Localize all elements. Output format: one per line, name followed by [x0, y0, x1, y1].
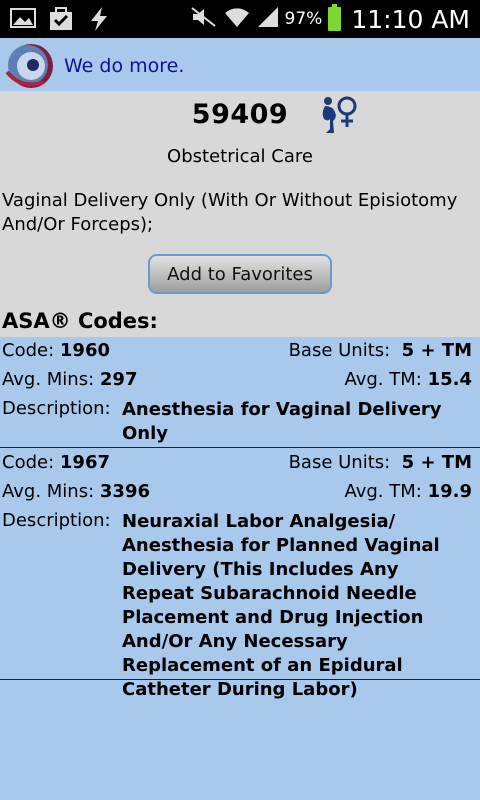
asa-code-value: 1967	[59, 452, 110, 473]
logo-icon	[5, 44, 53, 88]
battery-percent: 97%	[284, 9, 323, 29]
description-label: Description:	[2, 398, 111, 419]
asa-code-value: 1960	[59, 340, 110, 361]
asa-description: Neuraxial Labor Analgesia/ Anesthesia fo…	[122, 511, 440, 700]
add-to-favorites-button[interactable]: Add to Favorites	[148, 254, 332, 294]
description-label: Description:	[2, 510, 111, 531]
code-label: Code:	[2, 340, 55, 361]
flash-icon	[86, 6, 112, 36]
procedure-description: Vaginal Delivery Only (With Or Without E…	[2, 190, 458, 235]
gallery-icon	[10, 6, 36, 36]
avg-mins-value: 3396	[99, 481, 151, 502]
asa-code-entry: Code: 1960 Base Units: 5 + TM Avg. Mins:…	[0, 340, 480, 448]
procedure-code: 59409	[191, 99, 289, 130]
clock: 11:10 AM	[351, 4, 470, 34]
notification-icons	[10, 6, 112, 36]
code-label: Code:	[2, 452, 55, 473]
avg-tm-value: 19.9	[427, 481, 472, 502]
base-units-label: Base Units:	[288, 340, 391, 361]
status-bar: 97% 11:10 AM	[0, 0, 480, 38]
avg-tm-label: Avg. TM:	[344, 481, 422, 502]
divider	[0, 447, 480, 448]
avg-tm-label: Avg. TM:	[344, 369, 422, 390]
system-icons: 97% 11:10 AM	[190, 0, 470, 38]
asa-code-entry: Code: 1967 Base Units: 5 + TM Avg. Mins:…	[0, 452, 480, 700]
tagline: We do more.	[64, 55, 185, 77]
avg-mins-value: 297	[99, 369, 138, 390]
battery-icon	[328, 4, 342, 31]
asa-codes-heading: ASA® Codes:	[2, 309, 158, 333]
base-units-label: Base Units:	[288, 452, 391, 473]
procedure-category: Obstetrical Care	[167, 146, 313, 167]
procedure-panel: 59409 Obstetrical Care Vaginal Delivery …	[0, 91, 480, 337]
asa-description: Anesthesia for Vaginal Delivery Only	[122, 399, 442, 444]
avg-mins-label: Avg. Mins:	[2, 369, 95, 390]
base-units-value: 5 + TM	[401, 340, 472, 361]
wifi-icon	[223, 5, 251, 33]
avg-mins-label: Avg. Mins:	[2, 481, 95, 502]
divider	[0, 679, 480, 680]
signal-icon	[257, 6, 279, 32]
task-done-icon	[48, 6, 74, 36]
mute-icon	[190, 6, 217, 32]
pregnancy-female-icon	[322, 96, 357, 133]
base-units-value: 5 + TM	[401, 452, 472, 473]
app-header: We do more.	[0, 38, 480, 91]
avg-tm-value: 15.4	[427, 369, 472, 390]
